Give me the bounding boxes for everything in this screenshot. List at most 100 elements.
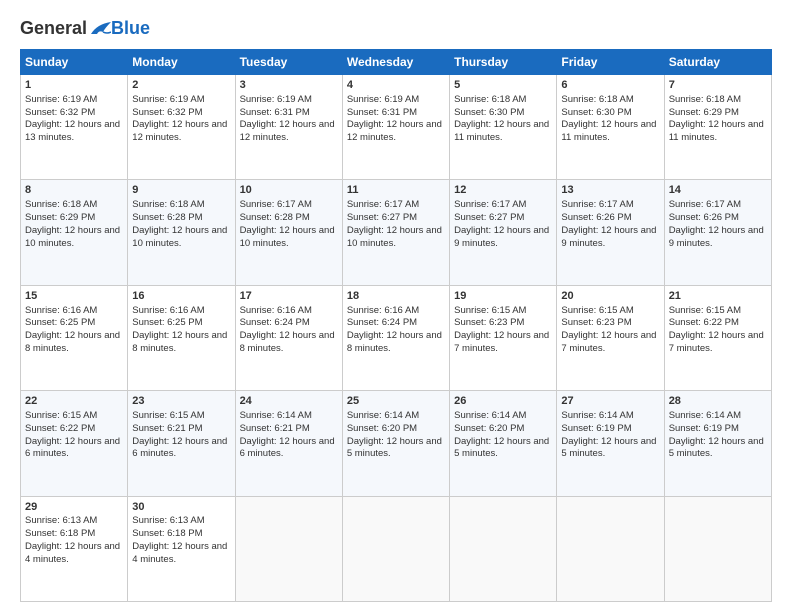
day-number: 11 (347, 183, 445, 198)
calendar-day-cell: 28Sunrise: 6:14 AMSunset: 6:19 PMDayligh… (664, 391, 771, 496)
sunrise-text: Sunrise: 6:18 AM (454, 94, 526, 105)
daylight-text: Daylight: 12 hours and 5 minutes. (669, 436, 764, 460)
calendar-day-cell: 12Sunrise: 6:17 AMSunset: 6:27 PMDayligh… (450, 180, 557, 285)
daylight-text: Daylight: 12 hours and 7 minutes. (454, 330, 549, 354)
calendar-day-cell: 21Sunrise: 6:15 AMSunset: 6:22 PMDayligh… (664, 285, 771, 390)
calendar-day-cell: 30Sunrise: 6:13 AM Sunset: 6:18 PM Dayligh… (128, 496, 235, 601)
calendar-day-header: Tuesday (235, 50, 342, 75)
sunset-text: Sunset: 6:30 PM (454, 107, 524, 118)
sunrise-text: Sunrise: 6:17 AM (561, 199, 633, 210)
daylight-text: Daylight: 12 hours and 8 minutes. (132, 330, 227, 354)
sunset-text: Sunset: 6:18 PM (132, 528, 202, 539)
sunrise-text: Sunrise: 6:13 AM (25, 515, 97, 526)
calendar-day-cell: 18Sunrise: 6:16 AMSunset: 6:24 PMDayligh… (342, 285, 449, 390)
sunrise-text: Sunrise: 6:15 AM (561, 305, 633, 316)
sunrise-text: Sunrise: 6:17 AM (240, 199, 312, 210)
daylight-text: Daylight: 12 hours and 9 minutes. (669, 225, 764, 249)
sunrise-text: Sunrise: 6:19 AM (25, 94, 97, 105)
day-number: 18 (347, 289, 445, 304)
sunset-text: Sunset: 6:21 PM (240, 423, 310, 434)
daylight-text: Daylight: 12 hours and 10 minutes. (132, 225, 227, 249)
calendar-day-cell: 1Sunrise: 6:19 AMSunset: 6:32 PMDaylight… (21, 75, 128, 180)
sunset-text: Sunset: 6:25 PM (132, 317, 202, 328)
daylight-text: Daylight: 12 hours and 9 minutes. (561, 225, 656, 249)
calendar-day-cell: 2Sunrise: 6:19 AMSunset: 6:32 PMDaylight… (128, 75, 235, 180)
day-number: 1 (25, 78, 123, 93)
calendar-body: 1Sunrise: 6:19 AMSunset: 6:32 PMDaylight… (21, 75, 772, 602)
daylight-text: Daylight: 12 hours and 8 minutes. (347, 330, 442, 354)
calendar-day-cell: 6Sunrise: 6:18 AMSunset: 6:30 PMDaylight… (557, 75, 664, 180)
sunrise-text: Sunrise: 6:13 AM (132, 515, 204, 526)
sunset-text: Sunset: 6:23 PM (454, 317, 524, 328)
calendar-day-cell: 5Sunrise: 6:18 AM Sunset: 6:30 PMDaylight… (450, 75, 557, 180)
calendar-week-row: 1Sunrise: 6:19 AMSunset: 6:32 PMDaylight… (21, 75, 772, 180)
sunrise-text: Sunrise: 6:15 AM (25, 410, 97, 421)
daylight-text: Daylight: 12 hours and 10 minutes. (347, 225, 442, 249)
calendar-day-cell (664, 496, 771, 601)
day-number: 13 (561, 183, 659, 198)
calendar-day-cell (342, 496, 449, 601)
day-number: 19 (454, 289, 552, 304)
day-number: 28 (669, 394, 767, 409)
sunset-text: Sunset: 6:26 PM (561, 212, 631, 223)
day-number: 29 (25, 500, 123, 515)
calendar-week-row: 8Sunrise: 6:18 AMSunset: 6:29 PMDaylight… (21, 180, 772, 285)
sunrise-text: Sunrise: 6:19 AM (132, 94, 204, 105)
daylight-text: Daylight: 12 hours and 5 minutes. (561, 436, 656, 460)
header: General Blue (20, 18, 772, 39)
day-number: 15 (25, 289, 123, 304)
page: General Blue SundayMondayTuesdayWednesda… (0, 0, 792, 612)
logo: General Blue (20, 18, 150, 39)
calendar-day-cell: 16Sunrise: 6:16 AMSunset: 6:25 PMDayligh… (128, 285, 235, 390)
logo-bird-icon (89, 20, 111, 38)
calendar-day-header: Friday (557, 50, 664, 75)
sunset-text: Sunset: 6:28 PM (132, 212, 202, 223)
daylight-text: Daylight: 12 hours and 10 minutes. (240, 225, 335, 249)
calendar-day-cell: 19Sunrise: 6:15 AMSunset: 6:23 PMDayligh… (450, 285, 557, 390)
sunset-text: Sunset: 6:23 PM (561, 317, 631, 328)
sunrise-text: Sunrise: 6:15 AM (132, 410, 204, 421)
day-number: 24 (240, 394, 338, 409)
day-number: 21 (669, 289, 767, 304)
daylight-text: Daylight: 12 hours and 11 minutes. (669, 119, 764, 143)
daylight-text: Daylight: 12 hours and 4 minutes. (132, 541, 227, 565)
calendar-day-cell: 14Sunrise: 6:17 AMSunset: 6:26 PMDayligh… (664, 180, 771, 285)
sunset-text: Sunset: 6:18 PM (25, 528, 95, 539)
sunrise-text: Sunrise: 6:18 AM (25, 199, 97, 210)
daylight-text: Daylight: 12 hours and 8 minutes. (25, 330, 120, 354)
day-number: 12 (454, 183, 552, 198)
daylight-text: Daylight: 12 hours and 5 minutes. (347, 436, 442, 460)
day-number: 8 (25, 183, 123, 198)
sunset-text: Sunset: 6:30 PM (561, 107, 631, 118)
sunset-text: Sunset: 6:28 PM (240, 212, 310, 223)
calendar-day-cell: 22Sunrise: 6:15 AMSunset: 6:22 PMDayligh… (21, 391, 128, 496)
daylight-text: Daylight: 12 hours and 11 minutes. (454, 119, 549, 143)
sunset-text: Sunset: 6:20 PM (454, 423, 524, 434)
day-number: 5 (454, 78, 552, 93)
calendar-table: SundayMondayTuesdayWednesdayThursdayFrid… (20, 49, 772, 602)
day-number: 23 (132, 394, 230, 409)
sunset-text: Sunset: 6:22 PM (25, 423, 95, 434)
calendar-day-cell: 29Sunrise: 6:13 AM Sunset: 6:18 PM Dayligh… (21, 496, 128, 601)
daylight-text: Daylight: 12 hours and 4 minutes. (25, 541, 120, 565)
sunset-text: Sunset: 6:24 PM (347, 317, 417, 328)
day-number: 30 (132, 500, 230, 515)
sunset-text: Sunset: 6:29 PM (669, 107, 739, 118)
daylight-text: Daylight: 12 hours and 7 minutes. (669, 330, 764, 354)
day-number: 17 (240, 289, 338, 304)
sunset-text: Sunset: 6:31 PM (240, 107, 310, 118)
sunrise-text: Sunrise: 6:14 AM (240, 410, 312, 421)
calendar-day-cell: 20Sunrise: 6:15 AMSunset: 6:23 PMDayligh… (557, 285, 664, 390)
sunrise-text: Sunrise: 6:19 AM (240, 94, 312, 105)
calendar-day-cell (557, 496, 664, 601)
calendar-day-cell: 27Sunrise: 6:14 AMSunset: 6:19 PMDayligh… (557, 391, 664, 496)
sunrise-text: Sunrise: 6:19 AM (347, 94, 419, 105)
sunrise-text: Sunrise: 6:17 AM (347, 199, 419, 210)
sunrise-text: Sunrise: 6:16 AM (132, 305, 204, 316)
calendar-day-cell: 23Sunrise: 6:15 AMSunset: 6:21 PMDayligh… (128, 391, 235, 496)
daylight-text: Daylight: 12 hours and 12 minutes. (240, 119, 335, 143)
daylight-text: Daylight: 12 hours and 9 minutes. (454, 225, 549, 249)
day-number: 2 (132, 78, 230, 93)
calendar-day-cell: 8Sunrise: 6:18 AMSunset: 6:29 PMDaylight… (21, 180, 128, 285)
calendar-day-cell: 26Sunrise: 6:14 AMSunset: 6:20 PMDayligh… (450, 391, 557, 496)
